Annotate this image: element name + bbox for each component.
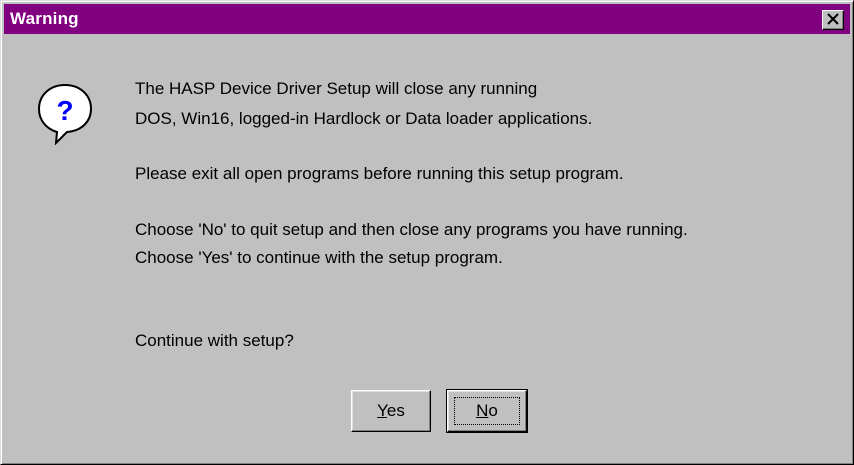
title-bar[interactable]: Warning <box>4 4 850 34</box>
close-icon <box>827 13 839 25</box>
message-line-4: Choose 'No' to quit setup and then close… <box>135 220 688 239</box>
dialog-title: Warning <box>10 9 79 28</box>
continue-prompt: Continue with setup? <box>135 331 294 350</box>
message-line-1: The HASP Device Driver Setup will close … <box>135 79 538 98</box>
question-glyph: ? <box>56 95 73 126</box>
message-line-2: DOS, Win16, logged-in Hardlock or Data l… <box>135 109 593 128</box>
question-icon: ? <box>37 83 93 145</box>
yes-button-label: Yes <box>377 401 405 420</box>
message-line-5: Choose 'Yes' to continue with the setup … <box>135 248 503 267</box>
no-button[interactable]: No <box>446 389 528 433</box>
message-line-3: Please exit all open programs before run… <box>135 164 624 183</box>
close-button[interactable] <box>822 10 844 30</box>
focus-rectangle <box>454 397 520 425</box>
yes-button[interactable]: Yes <box>351 390 431 432</box>
warning-dialog: Warning ? The HASP Device Driver Setup w… <box>0 0 854 465</box>
